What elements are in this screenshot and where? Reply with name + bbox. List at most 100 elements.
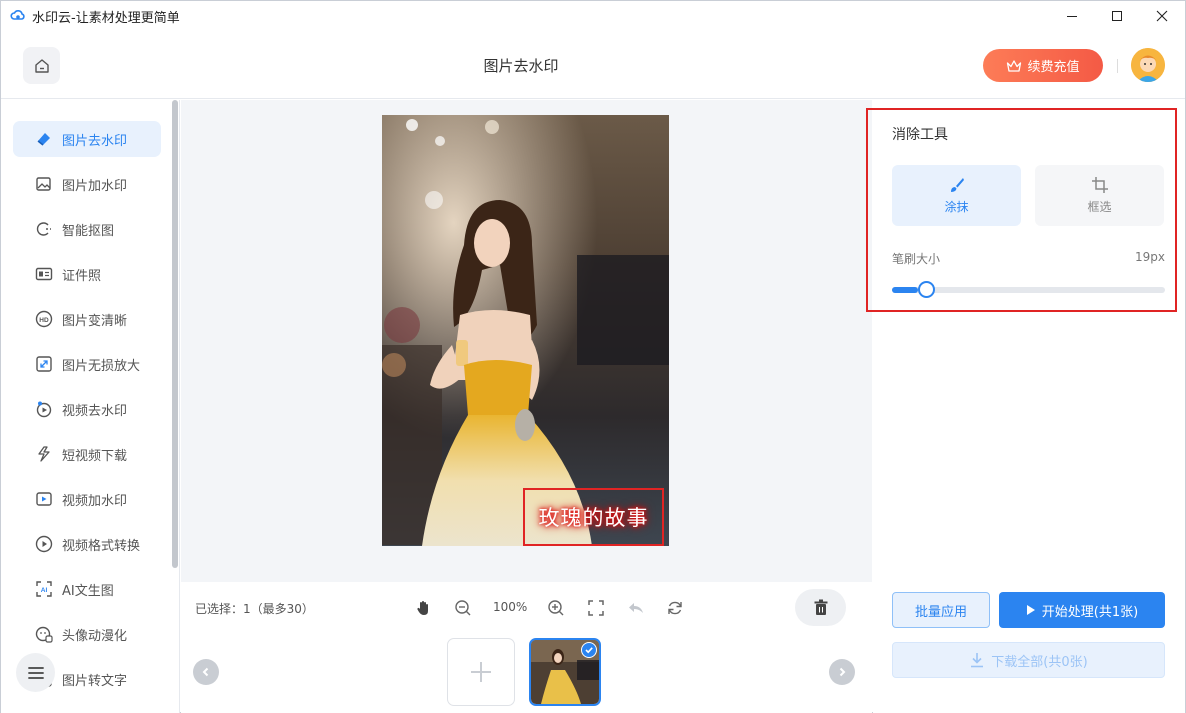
canvas-toolbar: 已选择：1（最多30） 100% xyxy=(181,582,872,713)
sidebar-item-label: AI文生图 xyxy=(62,583,114,599)
svg-text:HD: HD xyxy=(39,317,49,324)
id-card-icon xyxy=(35,265,53,283)
plus-icon xyxy=(471,662,491,682)
zoom-level: 100% xyxy=(493,600,528,614)
sidebar-item-smart-cutout[interactable]: 智能抠图 xyxy=(13,211,161,247)
image-thumbnail[interactable] xyxy=(529,638,601,706)
hd-icon: HD xyxy=(35,310,53,328)
header-divider xyxy=(1117,59,1118,73)
smear-tool-label: 涂抹 xyxy=(944,200,969,214)
crown-icon xyxy=(1007,59,1022,72)
play-icon xyxy=(1026,605,1035,615)
prev-image-button[interactable] xyxy=(193,659,219,685)
watermark-text: 玫瑰的故事 xyxy=(538,506,649,530)
app-window: 水印云-让素材处理更简单 图片去水印 续费充值 图片去水印 图片加水印 智能抠图… xyxy=(0,0,1186,713)
avatar[interactable] xyxy=(1131,48,1165,82)
box-select-tool-label: 框选 xyxy=(1087,200,1112,214)
next-image-button[interactable] xyxy=(829,659,855,685)
erase-tools-title: 消除工具 xyxy=(892,127,948,143)
page-title: 图片去水印 xyxy=(483,57,559,75)
trash-icon xyxy=(814,599,827,615)
title-bar: 水印云-让素材处理更简单 xyxy=(1,1,1185,31)
maximize-button[interactable] xyxy=(1094,1,1140,31)
maximize-icon xyxy=(1112,11,1122,21)
sidebar-item-label: 图片去水印 xyxy=(62,133,128,149)
sidebar-item-video-add-watermark[interactable]: 视频加水印 xyxy=(13,481,161,517)
user-avatar-icon xyxy=(1131,48,1165,82)
pan-tool-button[interactable] xyxy=(412,596,436,620)
renew-vip-button[interactable]: 续费充值 xyxy=(983,49,1103,82)
sidebar-item-upscale[interactable]: 图片无损放大 xyxy=(13,346,161,382)
sidebar-item-label: 图片加水印 xyxy=(62,178,128,194)
download-all-label: 下载全部(共0张) xyxy=(991,654,1088,670)
hamburger-icon xyxy=(27,666,44,679)
tiktok-icon xyxy=(35,445,53,463)
download-all-button[interactable]: 下载全部(共0张) xyxy=(892,642,1165,678)
eraser-icon xyxy=(35,130,53,148)
sidebar-item-enhance[interactable]: HD 图片变清晰 xyxy=(13,301,161,337)
fullscreen-icon xyxy=(588,600,604,616)
sidebar-item-add-watermark[interactable]: 图片加水印 xyxy=(13,166,161,202)
minimize-button[interactable] xyxy=(1049,1,1095,31)
image-canvas[interactable]: 玫瑰的故事 xyxy=(181,100,872,582)
sidebar-item-label: 视频加水印 xyxy=(62,493,128,509)
sidebar-item-video-download[interactable]: 短视频下载 xyxy=(13,436,161,472)
video-add-icon xyxy=(35,490,53,508)
zoom-out-button[interactable] xyxy=(451,596,475,620)
sidebar-item-label: 证件照 xyxy=(62,268,102,284)
zoom-in-icon xyxy=(548,600,564,616)
photo-illustration xyxy=(382,115,669,546)
sidebar-item-label: 视频格式转换 xyxy=(62,538,141,554)
sidebar-item-label: 头像动漫化 xyxy=(62,628,128,644)
brush-size-slider-knob[interactable] xyxy=(918,281,935,298)
close-button[interactable] xyxy=(1139,1,1185,31)
brush-size-slider-fill xyxy=(892,287,918,293)
refresh-icon xyxy=(668,601,682,615)
fit-screen-button[interactable] xyxy=(584,596,608,620)
reset-button[interactable] xyxy=(663,596,687,620)
start-process-label: 开始处理(共1张) xyxy=(1041,604,1139,620)
image-add-icon xyxy=(35,175,53,193)
sidebar-item-label: 图片变清晰 xyxy=(62,313,128,329)
chevron-left-icon xyxy=(202,667,209,677)
sidebar-item-ai-image[interactable]: AI AI文生图 xyxy=(13,571,161,607)
hand-icon xyxy=(417,601,428,615)
sidebar-item-remove-watermark[interactable]: 图片去水印 xyxy=(13,121,161,157)
zoom-out-icon xyxy=(455,600,471,616)
app-header: 图片去水印 续费充值 xyxy=(1,31,1185,99)
sidebar-scrollbar[interactable] xyxy=(172,100,178,568)
delete-button[interactable] xyxy=(795,589,846,626)
add-image-button[interactable] xyxy=(447,638,515,706)
minimize-icon xyxy=(1067,16,1077,17)
sidebar-item-video-convert[interactable]: 视频格式转换 xyxy=(13,526,161,562)
zoom-in-button[interactable] xyxy=(544,596,568,620)
smear-tool-button[interactable]: 涂抹 xyxy=(892,165,1021,226)
batch-apply-button[interactable]: 批量应用 xyxy=(892,592,990,628)
sidebar-item-label: 视频去水印 xyxy=(62,403,128,419)
sidebar-item-video-remove-watermark[interactable]: 视频去水印 xyxy=(13,391,161,427)
svg-text:AI: AI xyxy=(41,587,48,594)
watermark-selection-box[interactable]: 玫瑰的故事 xyxy=(523,488,664,546)
start-process-button[interactable]: 开始处理(共1张) xyxy=(999,592,1165,628)
brush-icon xyxy=(950,178,964,192)
undo-button[interactable] xyxy=(624,596,648,620)
download-icon xyxy=(971,653,984,668)
app-logo-icon xyxy=(10,10,25,20)
sidebar-item-id-photo[interactable]: 证件照 xyxy=(13,256,161,292)
brush-size-label: 笔刷大小 xyxy=(892,252,941,266)
sidebar-item-label: 短视频下载 xyxy=(62,448,128,464)
crop-icon xyxy=(1091,177,1108,193)
avatar-anime-icon xyxy=(35,625,53,643)
brush-size-slider[interactable] xyxy=(892,281,1165,298)
selected-count: 已选择：1（最多30） xyxy=(195,602,314,616)
close-icon xyxy=(1156,10,1168,22)
menu-button[interactable] xyxy=(16,653,55,692)
preview-image[interactable] xyxy=(382,115,669,546)
undo-icon xyxy=(629,603,643,613)
ai-icon: AI xyxy=(35,580,53,598)
chevron-right-icon xyxy=(839,667,846,677)
sidebar-item-anime-avatar[interactable]: 头像动漫化 xyxy=(13,616,161,652)
video-eraser-icon xyxy=(35,400,53,418)
brush-size-value: 19px xyxy=(1135,250,1165,264)
box-select-tool-button[interactable]: 框选 xyxy=(1035,165,1164,226)
